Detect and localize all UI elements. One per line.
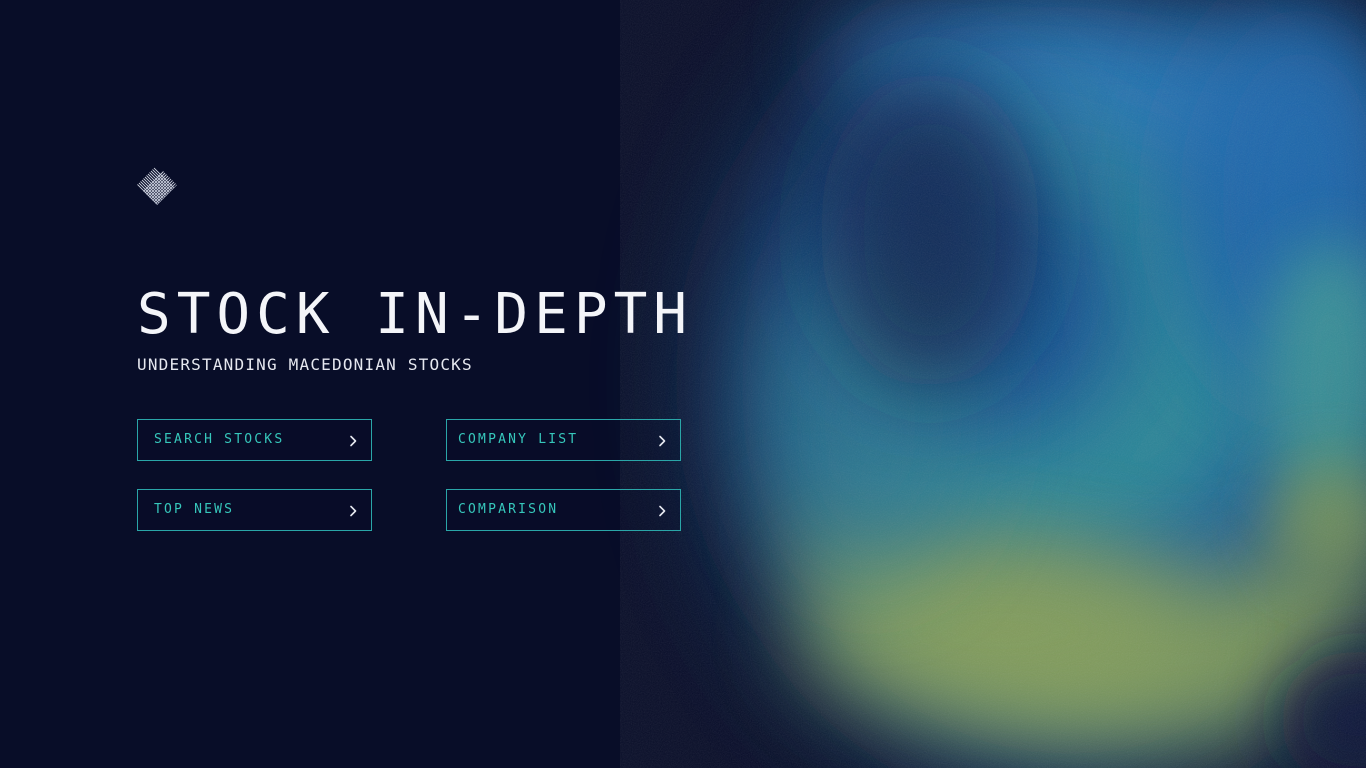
search-stocks-button[interactable]: SEARCH STOCKS bbox=[137, 419, 372, 461]
search-stocks-label: SEARCH STOCKS bbox=[154, 432, 285, 447]
page-title: STOCK IN-DEPTH bbox=[137, 282, 694, 347]
page-subtitle: UNDERSTANDING MACEDONIAN STOCKS bbox=[137, 355, 473, 374]
comparison-label: COMPARISON bbox=[458, 502, 559, 517]
landing-page: STOCK IN-DEPTH UNDERSTANDING MACEDONIAN … bbox=[0, 0, 1366, 768]
chevron-right-icon bbox=[350, 505, 357, 517]
company-list-label: COMPANY LIST bbox=[458, 432, 579, 447]
company-list-button[interactable]: COMPANY LIST bbox=[446, 419, 681, 461]
chevron-right-icon bbox=[350, 435, 357, 447]
chevron-right-icon bbox=[659, 505, 666, 517]
background-gradient-swirl bbox=[620, 0, 1366, 768]
chevron-right-icon bbox=[659, 435, 666, 447]
diamond-logo-icon bbox=[137, 165, 177, 205]
top-news-button[interactable]: TOP NEWS bbox=[137, 489, 372, 531]
comparison-button[interactable]: COMPARISON bbox=[446, 489, 681, 531]
top-news-label: TOP NEWS bbox=[154, 502, 235, 517]
